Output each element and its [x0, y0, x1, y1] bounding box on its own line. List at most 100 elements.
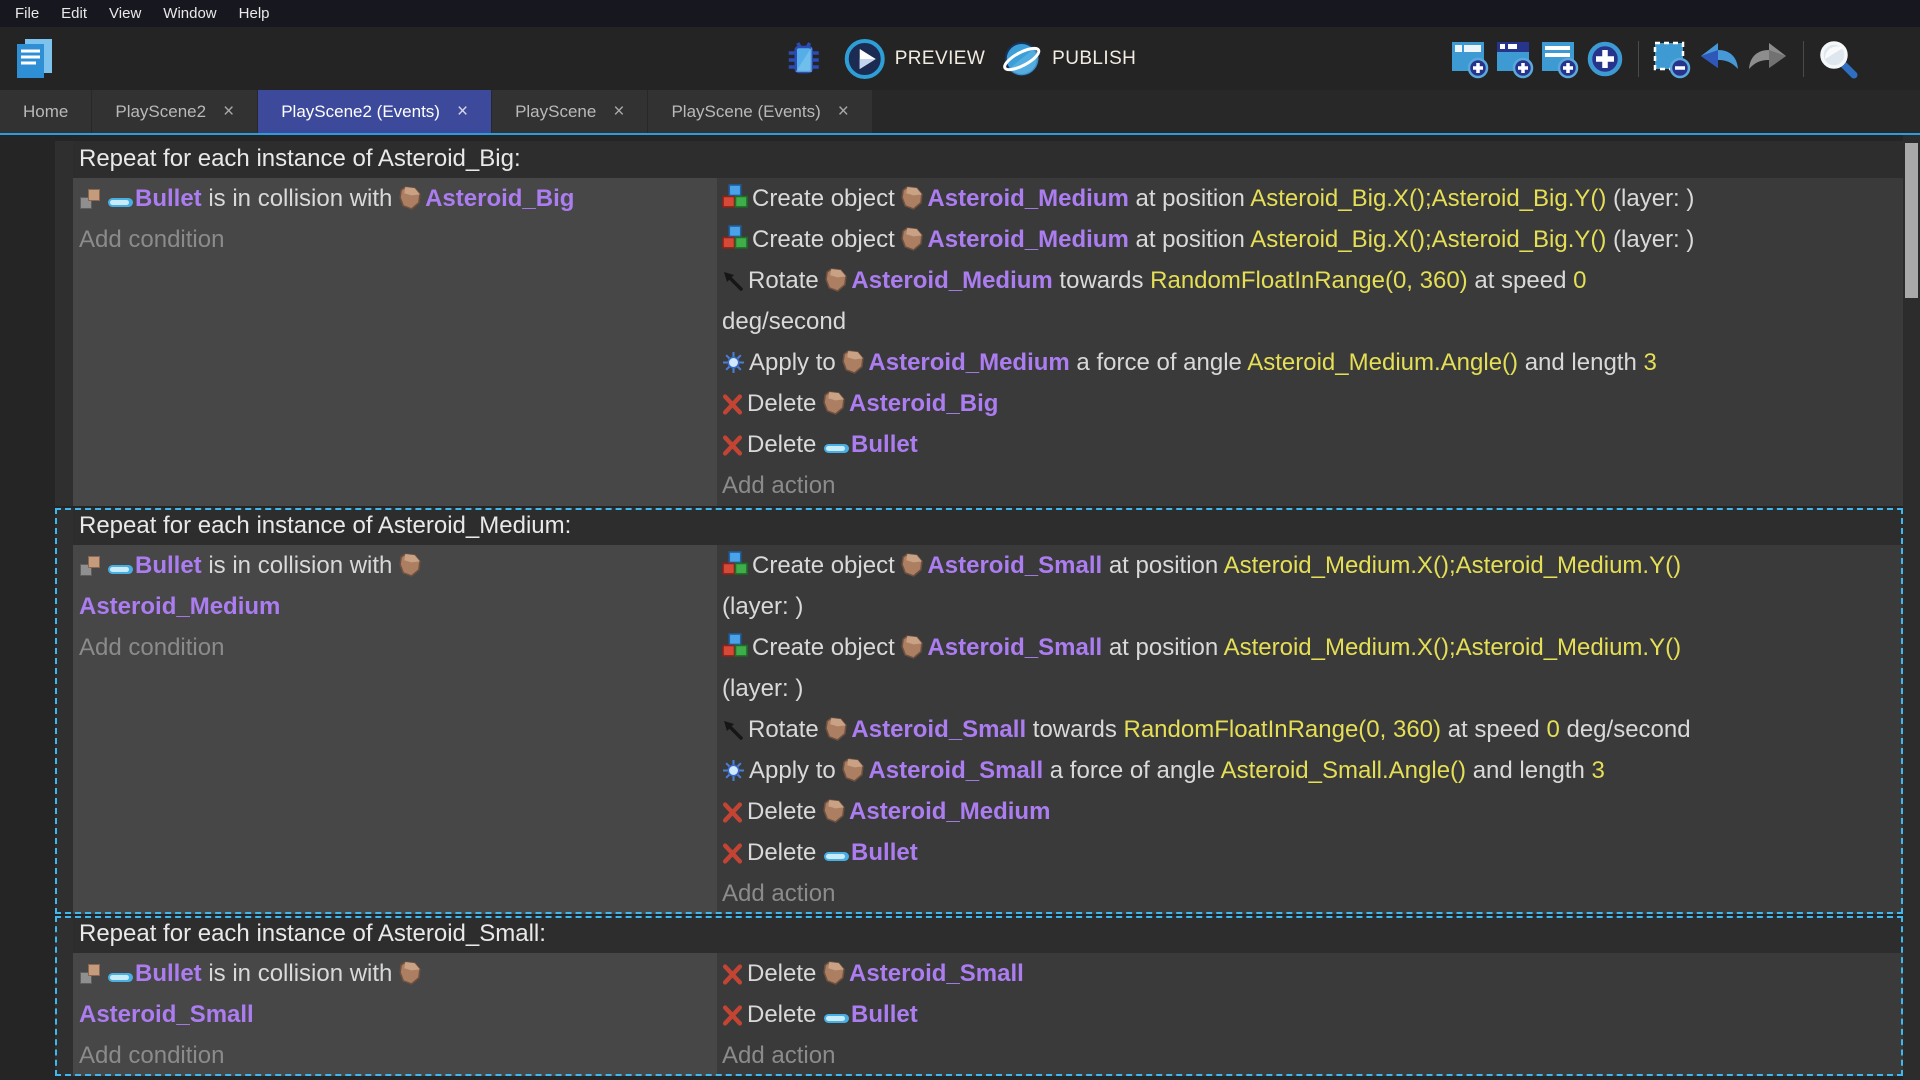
event-block[interactable]: Repeat for each instance of Asteroid_Big… [55, 141, 1903, 506]
tab-playscene[interactable]: PlayScene× [492, 90, 647, 133]
add-action-button[interactable]: Add action [722, 873, 1895, 914]
app-logo[interactable] [12, 37, 58, 81]
event-body: Bullet is in collision with Asteroid_Big… [73, 178, 1903, 506]
add-action-button[interactable]: Add action [722, 465, 1895, 506]
remove-selection-icon [1653, 39, 1691, 79]
event-line[interactable]: Create object Asteroid_Small at position… [722, 627, 1895, 709]
menu-window[interactable]: Window [152, 5, 227, 22]
collision-icon [79, 963, 103, 987]
add-event-button[interactable] [1451, 39, 1489, 79]
delete-icon [722, 964, 743, 985]
create-object-icon [722, 633, 748, 659]
preview-button[interactable]: PREVIEW [844, 38, 985, 80]
instruction-text: and length [1518, 349, 1643, 376]
instruction-text: a force of angle [1043, 757, 1220, 784]
event-block[interactable]: Repeat for each instance of Asteroid_Sma… [55, 916, 1903, 1076]
instruction-text: towards [1053, 267, 1150, 294]
event-line[interactable]: Bullet is in collision with Asteroid_Sma… [79, 953, 709, 1035]
expression: 3 [1643, 349, 1656, 376]
object-name: Asteroid_Medium [927, 226, 1128, 253]
toolbar-separator [1638, 41, 1639, 77]
instruction-text: Create object [752, 226, 901, 253]
publish-button[interactable]: PUBLISH [1001, 38, 1136, 80]
menu-help[interactable]: Help [228, 5, 281, 22]
event-line[interactable]: Delete Asteroid_Medium [722, 791, 1895, 832]
redo-icon [1747, 41, 1789, 77]
add-condition-button[interactable]: Add condition [79, 627, 709, 668]
instruction-text: Apply to [749, 757, 842, 784]
expression: Asteroid_Medium.X();Asteroid_Medium.Y() [1224, 634, 1682, 661]
menu-edit[interactable]: Edit [50, 5, 98, 22]
instruction-text: Apply to [749, 349, 842, 376]
menu-view[interactable]: View [98, 5, 152, 22]
event-line[interactable]: Apply to Asteroid_Medium a force of angl… [722, 342, 1895, 383]
event-line[interactable]: Rotate Asteroid_Medium towards RandomFlo… [722, 260, 1895, 342]
event-line[interactable]: Bullet is in collision with Asteroid_Big [79, 178, 709, 219]
redo-button[interactable] [1747, 41, 1789, 77]
instruction-text: Rotate [748, 716, 825, 743]
tab-label: PlayScene2 (Events) [281, 102, 440, 122]
vertical-scrollbar[interactable] [1903, 135, 1920, 1080]
conditions-panel: Bullet is in collision with Asteroid_Med… [73, 545, 717, 914]
add-subevent-button[interactable] [1496, 39, 1534, 79]
collision-icon [79, 188, 103, 212]
tab-close-icon[interactable]: × [223, 102, 234, 121]
scrollbar-thumb[interactable] [1905, 143, 1918, 298]
search-button[interactable] [1818, 39, 1858, 79]
event-line[interactable]: Delete Bullet [722, 832, 1895, 873]
tab-playscene-events[interactable]: PlayScene (Events) × [648, 90, 871, 133]
event-header[interactable]: Repeat for each instance of Asteroid_Big… [73, 141, 1903, 178]
instruction-text: (layer: ) [722, 593, 803, 620]
event-header[interactable]: Repeat for each instance of Asteroid_Sma… [73, 916, 1903, 953]
event-line[interactable]: Delete Asteroid_Small [722, 953, 1895, 994]
event-line[interactable]: Apply to Asteroid_Small a force of angle… [722, 750, 1895, 791]
event-line[interactable]: Delete Bullet [722, 994, 1895, 1035]
add-condition-button[interactable]: Add condition [79, 219, 709, 260]
add-condition-button[interactable]: Add condition [79, 1035, 709, 1076]
add-action-button[interactable]: Add action [722, 1035, 1895, 1076]
delete-icon [722, 435, 743, 456]
tab-home[interactable]: Home [0, 90, 91, 133]
force-icon [722, 759, 745, 782]
delete-icon [722, 802, 743, 823]
instruction-text: (layer: ) [722, 675, 803, 702]
tab-close-icon[interactable]: × [613, 102, 624, 121]
menu-file[interactable]: File [4, 5, 50, 22]
plus-circle-icon [1586, 40, 1624, 78]
event-line[interactable]: Delete Asteroid_Big [722, 383, 1895, 424]
expression: Asteroid_Medium.Angle() [1247, 349, 1518, 376]
preview-label: PREVIEW [895, 48, 985, 70]
event-line[interactable]: Create object Asteroid_Medium at positio… [722, 219, 1895, 260]
create-object-icon [722, 551, 748, 577]
actions-panel: Delete Asteroid_SmallDelete BulletAdd ac… [717, 953, 1903, 1076]
event-block[interactable]: Repeat for each instance of Asteroid_Med… [55, 508, 1903, 914]
event-line[interactable]: Delete Bullet [722, 424, 1895, 465]
event-header[interactable]: Repeat for each instance of Asteroid_Med… [73, 508, 1903, 545]
tab-bar: HomePlayScene2×PlayScene2 (Events)×PlayS… [0, 90, 1920, 135]
undo-button[interactable] [1698, 41, 1740, 77]
event-drag-handle[interactable] [55, 141, 73, 506]
asteroid-icon [901, 553, 923, 577]
event-drag-handle[interactable] [55, 508, 73, 914]
actions-panel: Create object Asteroid_Medium at positio… [717, 178, 1903, 506]
object-name: Bullet [851, 431, 918, 458]
remove-event-button[interactable] [1653, 39, 1691, 79]
tab-playscene2[interactable]: PlayScene2× [92, 90, 257, 133]
event-line[interactable]: Create object Asteroid_Medium at positio… [722, 178, 1895, 219]
actions-panel: Create object Asteroid_Small at position… [717, 545, 1903, 914]
expression: Asteroid_Big.X();Asteroid_Big.Y() [1250, 185, 1606, 212]
add-comment-button[interactable] [1541, 39, 1579, 79]
tab-label: PlayScene (Events) [671, 102, 820, 122]
event-drag-handle[interactable] [55, 916, 73, 1076]
object-name: Bullet [851, 839, 918, 866]
tab-close-icon[interactable]: × [457, 102, 468, 121]
debug-button[interactable] [784, 39, 824, 79]
instruction-text: Create object [752, 552, 901, 579]
event-line[interactable]: Rotate Asteroid_Small towards RandomFloa… [722, 709, 1895, 750]
tab-close-icon[interactable]: × [838, 102, 849, 121]
tab-playscene2-events[interactable]: PlayScene2 (Events) × [258, 90, 491, 133]
event-line[interactable]: Bullet is in collision with Asteroid_Med… [79, 545, 709, 627]
event-line[interactable]: Create object Asteroid_Small at position… [722, 545, 1895, 627]
add-new-button[interactable] [1586, 40, 1624, 78]
object-name: Asteroid_Big [849, 390, 998, 417]
